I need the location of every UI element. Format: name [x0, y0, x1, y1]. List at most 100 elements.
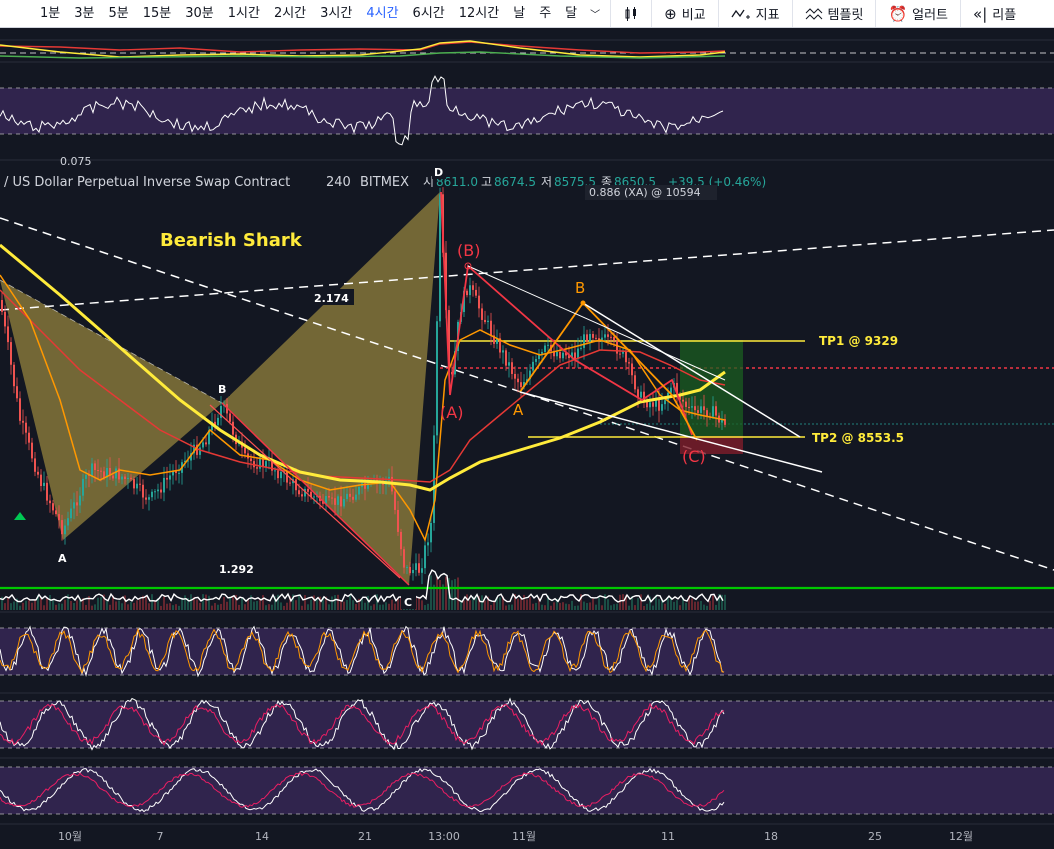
volume-bar — [268, 604, 270, 610]
candle-body — [505, 350, 507, 366]
volume-bar — [13, 601, 15, 610]
candle-body — [148, 497, 150, 500]
candle-body — [697, 410, 699, 413]
replay-button[interactable]: «| 리플 — [965, 0, 1024, 27]
candle-body — [22, 420, 24, 423]
timeframe-9[interactable]: 6시간 — [406, 0, 452, 27]
volume-bar — [283, 605, 285, 610]
time-axis-tick-4: 13:00 — [428, 830, 460, 843]
candle-body — [574, 352, 576, 359]
candle-body — [562, 352, 564, 359]
volume-bar — [28, 600, 30, 610]
timeframe-6[interactable]: 2시간 — [267, 0, 313, 27]
time-axis[interactable]: 10월 7 14 21 13:00 11월 11 18 25 12월 — [0, 823, 1054, 843]
rsi-band — [0, 88, 1054, 134]
candle-body — [346, 493, 348, 499]
volume-bar — [172, 605, 174, 610]
timeframe-3[interactable]: 15분 — [136, 0, 179, 27]
volume-bar — [664, 603, 666, 610]
volume-bar — [256, 600, 258, 610]
candle-body — [559, 352, 561, 359]
candle-body — [115, 468, 117, 479]
indicator-wave-icon — [731, 9, 750, 19]
candle-type-button[interactable] — [615, 0, 647, 27]
time-axis-tick-2: 14 — [255, 830, 269, 843]
volume-bar — [169, 603, 171, 610]
volume-bar — [667, 597, 669, 610]
volume-bar — [61, 603, 63, 610]
volume-bar — [520, 598, 522, 610]
candle-body — [136, 483, 138, 489]
volume-bar — [232, 596, 234, 610]
candle-body — [415, 563, 417, 570]
compare-button[interactable]: ⊕ 비교 — [656, 0, 714, 27]
price-chart[interactable]: / US Dollar Perpetual Inverse Swap Contr… — [0, 28, 1054, 849]
tp1-label: TP1 @ 9329 — [819, 334, 898, 348]
volume-bar — [424, 605, 426, 610]
candle-body — [544, 345, 546, 352]
alert-button[interactable]: ⏰ 얼러트 — [880, 0, 956, 27]
candle-body — [577, 348, 579, 359]
timeframe-10[interactable]: 12시간 — [452, 0, 506, 27]
volume-bar — [571, 600, 573, 610]
volume-bar — [427, 603, 429, 610]
volume-bar — [565, 603, 567, 610]
templates-icon — [805, 7, 822, 20]
timeframe-13[interactable]: 달 — [558, 0, 584, 27]
candle-body — [331, 497, 333, 499]
tp2-label: TP2 @ 8553.5 — [812, 431, 904, 445]
oscillator-pane-2 — [0, 697, 1054, 759]
candle-body — [580, 347, 582, 349]
volume-bar — [469, 600, 471, 610]
templates-button[interactable]: 템플릿 — [797, 0, 872, 27]
candle-body — [715, 406, 717, 416]
candle-body — [142, 484, 144, 498]
candle-body — [76, 502, 78, 506]
candle-body — [436, 321, 438, 436]
candle-body — [439, 194, 441, 322]
candle-body — [700, 406, 702, 413]
candle-body — [394, 491, 396, 510]
candle-body — [127, 477, 129, 480]
timeframe-dropdown-chevron[interactable]: ﹀ — [584, 6, 606, 21]
volume-bar — [436, 576, 438, 610]
volume-bar — [31, 602, 33, 610]
volume-bar — [100, 597, 102, 610]
timeframe-8[interactable]: 4시간 — [359, 0, 405, 27]
volume-bar — [646, 603, 648, 610]
volume-bar — [286, 602, 288, 610]
volume-bar — [25, 600, 27, 610]
indicators-button[interactable]: 지표 — [723, 0, 788, 27]
candle-body — [400, 531, 402, 550]
timeframe-0[interactable]: 1분 — [33, 0, 67, 27]
candle-body — [217, 417, 219, 426]
timeframe-12[interactable]: 주 — [532, 0, 558, 27]
candle-body — [628, 362, 630, 364]
candle-body — [16, 386, 18, 399]
candle-body — [355, 494, 357, 500]
timeframe-4[interactable]: 30분 — [178, 0, 221, 27]
time-axis-tick-7: 18 — [764, 830, 778, 843]
volume-bar — [373, 604, 375, 610]
timeframe-2[interactable]: 5분 — [101, 0, 135, 27]
candle-body — [712, 406, 714, 417]
timeframe-5[interactable]: 1시간 — [221, 0, 267, 27]
time-axis-tick-1: 7 — [157, 830, 164, 843]
top-fragment-label: 0.075 — [60, 155, 92, 168]
volume-bar — [508, 604, 510, 610]
timeframe-11[interactable]: 날 — [506, 0, 532, 27]
candle-body — [82, 478, 84, 496]
toolbar-divider — [610, 0, 612, 27]
candle-body — [151, 491, 153, 498]
volume-bar — [559, 602, 561, 610]
timeframe-7[interactable]: 3시간 — [313, 0, 359, 27]
candle-body — [43, 482, 45, 486]
volume-bar — [523, 594, 525, 610]
volume-bar — [211, 605, 213, 610]
chart-interval: 240 — [326, 175, 351, 190]
candle-body — [472, 285, 474, 290]
volume-bar — [85, 604, 87, 610]
timeframe-1[interactable]: 3분 — [67, 0, 101, 27]
volume-bar — [154, 600, 156, 610]
volume-bar — [43, 605, 45, 610]
